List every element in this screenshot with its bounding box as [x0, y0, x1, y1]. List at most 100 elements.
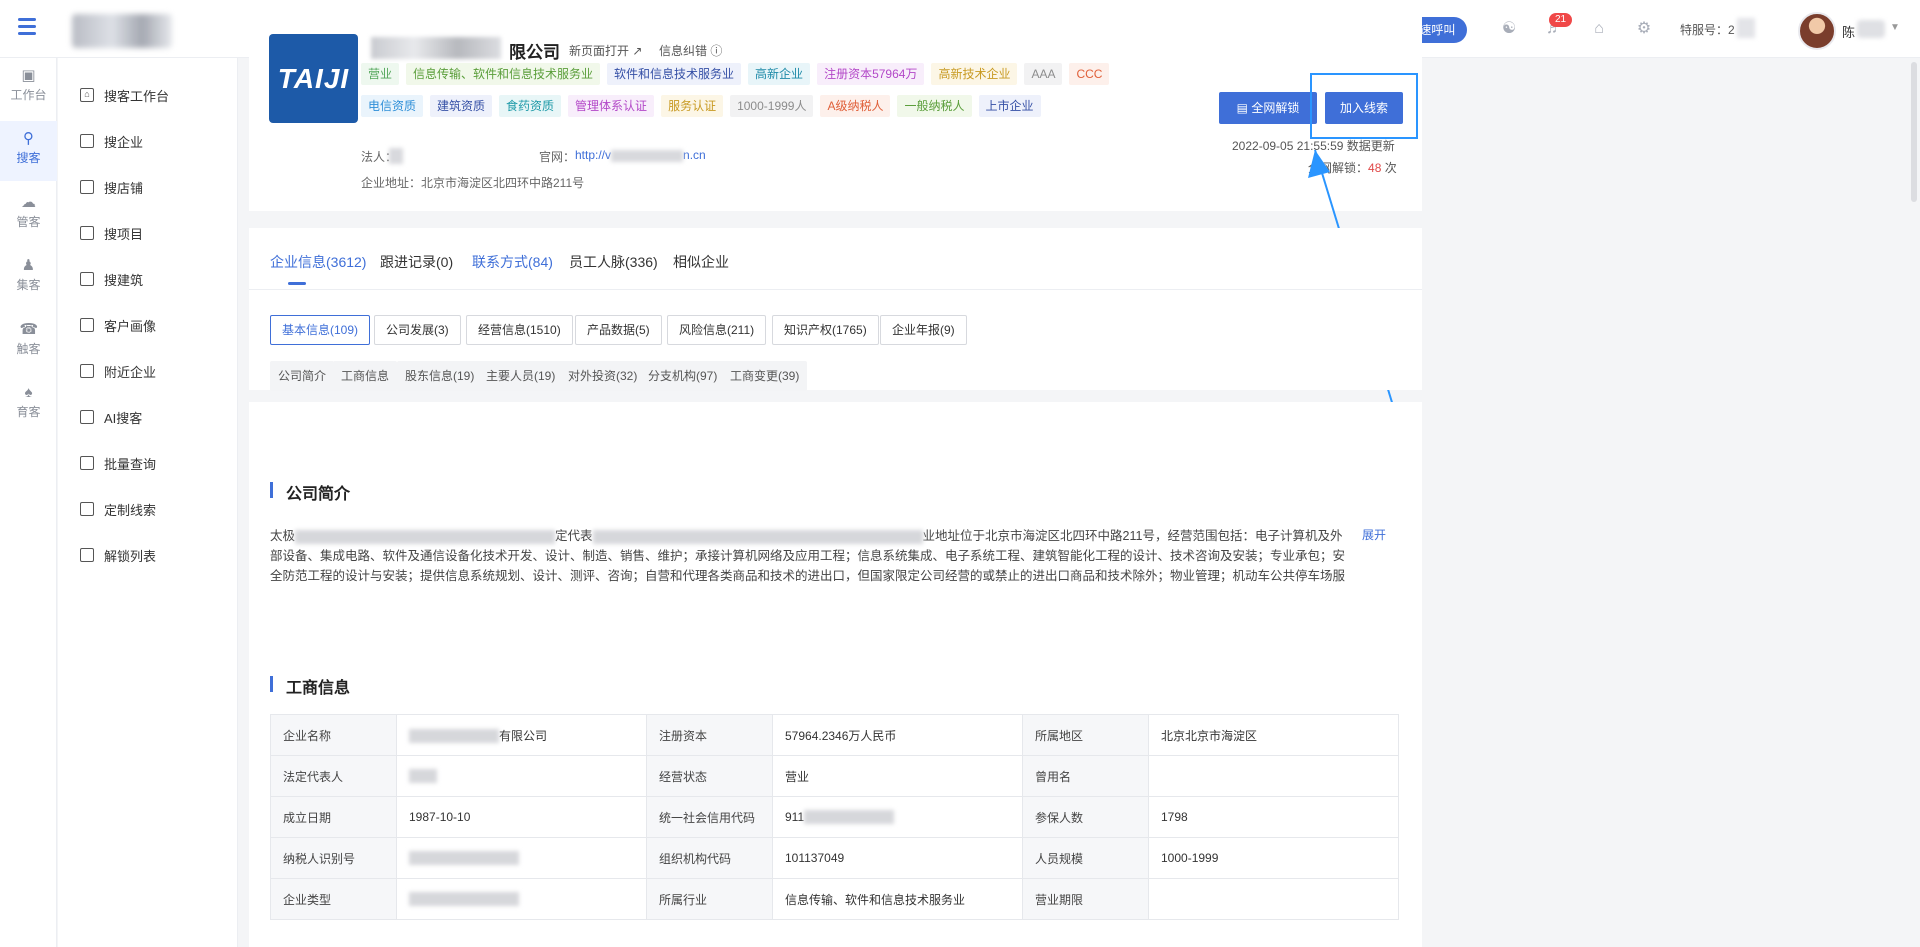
chevron-down-icon[interactable]: ▼ [1890, 22, 1900, 33]
intro-line-1b: 定代表 [555, 529, 593, 543]
ai-icon [80, 410, 94, 424]
sidebar: ⌂ 搜客工作台 搜企业 搜店铺 搜项目 搜建筑 客户画像 附近企业 AI搜客 批量… [58, 58, 238, 947]
sidebar-item-company[interactable]: 搜企业 [80, 130, 143, 152]
rail-label: 搜客 [16, 151, 41, 165]
table-label-cell: 组织机构代码 [646, 837, 773, 879]
sidebar-item-label: 搜项目 [104, 226, 144, 242]
open-new-page-link[interactable]: 新页面打开 ↗ [569, 42, 642, 59]
info-correct-link[interactable]: 信息纠错 ⓘ [659, 42, 722, 59]
table-value-cell [396, 755, 647, 797]
rail-item-collect[interactable]: ♟ 集客 [0, 248, 57, 308]
tab-contacts[interactable]: 联系方式(84) [472, 252, 553, 272]
business-table: 企业名称 有限公司 注册资本 57964.2346万人民币 所属地区 北京北京市海淀区 法定… [270, 714, 1399, 920]
chip-business[interactable]: 工商信息 [333, 361, 398, 391]
rail-label: 管客 [16, 215, 41, 229]
rail-label: 工作台 [10, 88, 47, 102]
table-value-cell: 有限公司 [396, 714, 647, 756]
chip-key-people[interactable]: 主要人员(19) [478, 361, 564, 391]
home-icon[interactable]: ⌂ [1590, 20, 1608, 38]
tab-divider [249, 289, 1422, 290]
table-value-cell: 57964.2346万人民币 [772, 714, 1023, 756]
table-value-cell [396, 878, 647, 920]
sidebar-item-label: 搜建筑 [104, 272, 144, 288]
sidebar-item-workbench[interactable]: ⌂ 搜客工作台 [80, 84, 169, 106]
table-value-cell: 101137049 [772, 837, 1023, 879]
cloud-icon: ☁ [21, 194, 36, 211]
sidebar-item-custom-lead[interactable]: 定制线索 [80, 498, 156, 520]
company-tag: 高新技术企业 [931, 63, 1018, 85]
rail-item-manage[interactable]: ☁ 管客 [0, 185, 57, 245]
value-blur [409, 851, 519, 866]
company-tag: 注册资本57964万 [817, 63, 925, 85]
avatar[interactable] [1798, 12, 1836, 50]
sidebar-item-portrait[interactable]: 客户画像 [80, 314, 156, 336]
portrait-icon [80, 318, 94, 332]
website-blur [611, 149, 684, 162]
pill-products[interactable]: 产品数据(5) [575, 315, 662, 345]
expand-link[interactable]: 展开 [1362, 526, 1386, 543]
table-row: 企业名称 有限公司 注册资本 57964.2346万人民币 所属地区 北京北京市海淀区 [270, 714, 1399, 756]
open-new-label: 新页面打开 [569, 44, 630, 58]
sidebar-item-project[interactable]: 搜项目 [80, 222, 143, 244]
tab-company-info[interactable]: 企业信息(3612) [270, 252, 366, 272]
rail-item-reach[interactable]: ☎ 触客 [0, 312, 57, 372]
home-icon: ⌂ [80, 88, 94, 102]
help-icon: ⓘ [710, 44, 723, 58]
company-name: 限公司 [509, 43, 560, 62]
headset-icon[interactable]: ☯ [1500, 20, 1518, 38]
sidebar-item-ai[interactable]: AI搜客 [80, 406, 142, 428]
table-label-cell: 注册资本 [646, 714, 773, 756]
table-value-cell [1148, 878, 1399, 920]
table-label-cell: 纳税人识别号 [270, 837, 397, 879]
table-label-cell: 参保人数 [1022, 796, 1149, 838]
group-icon: ♟ [21, 257, 36, 274]
pill-operation[interactable]: 经营信息(1510) [466, 315, 573, 345]
scrollbar[interactable] [1911, 62, 1917, 202]
tab-similar[interactable]: 相似企业 [673, 252, 729, 272]
external-link-icon: ↗ [632, 44, 643, 58]
user-name[interactable]: 陈 [1842, 22, 1855, 41]
sidebar-item-label: 附近企业 [104, 364, 157, 380]
sidebar-item-batch[interactable]: 批量查询 [80, 452, 156, 474]
tabs-card: 企业信息(3612) 跟进记录(0) 联系方式(84) 员工人脉(336) 相似… [249, 228, 1422, 391]
value-blur [804, 810, 895, 825]
pill-basic-info[interactable]: 基本信息(109) [270, 315, 371, 345]
sidebar-item-shop[interactable]: 搜店铺 [80, 176, 143, 198]
chip-intro[interactable]: 公司简介 [270, 361, 335, 391]
table-value-cell: 营业 [772, 755, 1023, 797]
company-tag: 电信资质 [361, 95, 424, 117]
nurture-icon: ♠ [24, 384, 33, 401]
rail-item-workbench[interactable]: ▣ 工作台 [0, 58, 57, 118]
pill-risk[interactable]: 风险信息(211) [667, 315, 767, 345]
sidebar-item-nearby[interactable]: 附近企业 [80, 360, 156, 382]
chip-changes[interactable]: 工商变更(39) [722, 361, 808, 391]
sidebar-item-label: 搜企业 [104, 134, 144, 150]
table-value-cell: 911 [772, 796, 1023, 838]
sidebar-item-unlock-list[interactable]: 解锁列表 [80, 544, 156, 566]
workbench-icon: ▣ [21, 67, 36, 84]
pill-annual-report[interactable]: 企业年报(9) [880, 315, 967, 345]
chip-investments[interactable]: 对外投资(32) [560, 361, 646, 391]
website-link[interactable]: http://v n.cn [575, 148, 706, 162]
building-icon [80, 134, 94, 148]
company-tag: 一般纳税人 [897, 95, 972, 117]
table-label-cell: 企业名称 [270, 714, 397, 756]
company-tag: AAA [1024, 63, 1063, 85]
gear-icon[interactable]: ⚙ [1635, 20, 1653, 38]
company-address: 企业地址：北京市海淀区北四环中路211号 [361, 176, 585, 190]
table-label-cell: 统一社会信用代码 [646, 796, 773, 838]
sidebar-item-label: 搜店铺 [104, 180, 144, 196]
menu-icon[interactable] [18, 18, 36, 36]
tab-staff[interactable]: 员工人脉(336) [569, 252, 658, 272]
pill-ip[interactable]: 知识产权(1765) [772, 315, 879, 345]
rail-item-search[interactable]: ⚲ 搜客 [0, 121, 57, 181]
chip-branches[interactable]: 分支机构(97) [640, 361, 726, 391]
sidebar-item-construction[interactable]: 搜建筑 [80, 268, 143, 290]
chip-shareholders[interactable]: 股东信息(19) [397, 361, 483, 391]
rail-item-nurture[interactable]: ♠ 育客 [0, 375, 57, 435]
tab-follow-up[interactable]: 跟进记录(0) [380, 252, 453, 272]
pill-development[interactable]: 公司发展(3) [374, 315, 461, 345]
table-value-cell: 1798 [1148, 796, 1399, 838]
table-row: 成立日期 1987-10-10 统一社会信用代码 911 参保人数 1798 [270, 796, 1399, 838]
company-tag: 管理体系认证 [568, 95, 655, 117]
